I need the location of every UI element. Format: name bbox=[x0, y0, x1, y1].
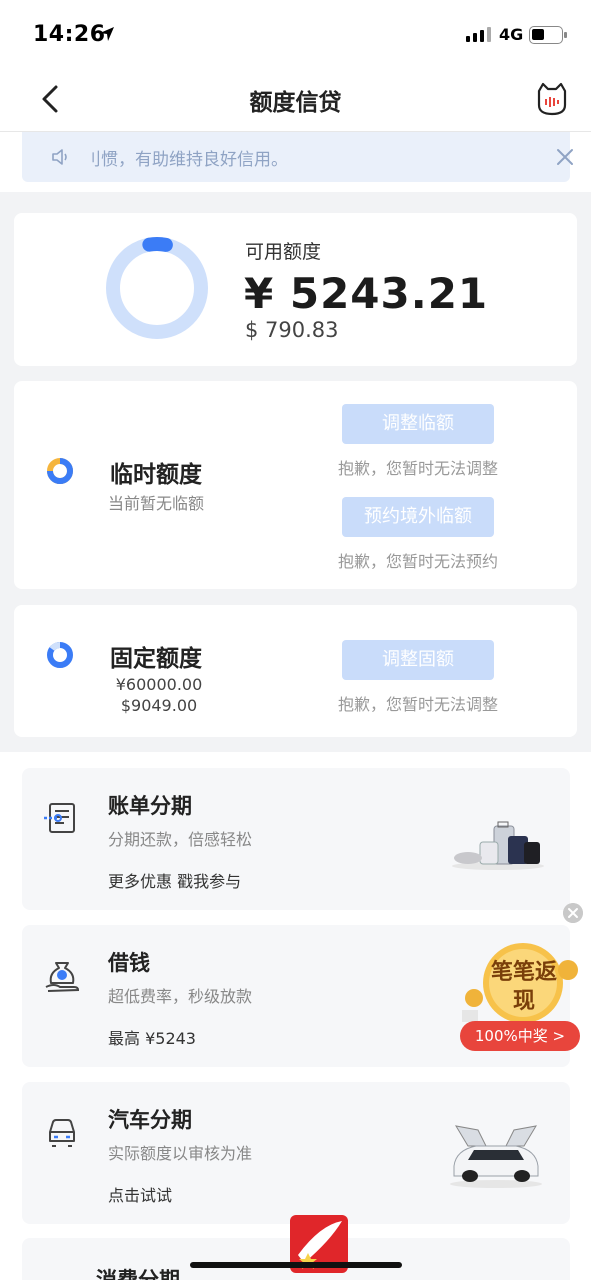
location-arrow-icon bbox=[100, 27, 114, 41]
bill-installment-icon bbox=[44, 803, 75, 833]
luggage-illustration bbox=[452, 821, 544, 870]
quota-ring-chart bbox=[106, 237, 208, 339]
service-subtitle: 实际额度以审核为准 bbox=[108, 1144, 253, 1163]
status-time: 14:26 bbox=[33, 22, 106, 47]
available-amount: ¥ 5243.21 bbox=[244, 269, 489, 318]
service-car-installment[interactable]: 汽车分期 实际额度以审核为准 点击试试 bbox=[22, 1082, 570, 1224]
car-icon bbox=[49, 1119, 75, 1147]
close-icon[interactable] bbox=[554, 146, 576, 168]
nav-bar: 额度信贷 bbox=[0, 66, 591, 132]
notice-banner: 刂惯，有助维持良好信用。 bbox=[22, 132, 573, 182]
reserve-overseas-quota-button[interactable]: 预约境外临额 bbox=[342, 497, 494, 537]
reserve-overseas-hint: 抱歉，您暂时无法预约 bbox=[337, 552, 498, 571]
temporary-quota-card: 临时额度 当前暂无临额 调整临额 抱歉，您暂时无法调整 预约境外临额 抱歉，您暂… bbox=[14, 381, 577, 589]
service-cta: 点击试试 bbox=[108, 1186, 173, 1205]
service-title: 汽车分期 bbox=[108, 1108, 192, 1132]
notice-container: 刂惯，有助维持良好信用。 bbox=[0, 132, 591, 192]
fixed-quota-title: 固定额度 bbox=[110, 646, 202, 672]
temporary-quota-subtitle: 当前暂无临额 bbox=[108, 494, 205, 513]
speaker-icon bbox=[52, 149, 67, 165]
adjust-fixed-quota-button[interactable]: 调整固额 bbox=[342, 640, 494, 680]
fixed-quota-usd: $9049.00 bbox=[120, 696, 198, 715]
temporary-quota-title: 临时额度 bbox=[110, 462, 202, 488]
service-subtitle: 超低费率，秒级放款 bbox=[108, 987, 253, 1006]
service-title: 借钱 bbox=[108, 951, 150, 975]
promo-pill[interactable]: 100%中奖 > bbox=[460, 1021, 580, 1051]
network-type: 4G bbox=[499, 25, 524, 44]
battery-icon bbox=[529, 26, 567, 44]
adjust-temp-hint: 抱歉，您暂时无法调整 bbox=[337, 459, 498, 478]
service-title: 账单分期 bbox=[108, 794, 192, 818]
pie-chart-icon bbox=[47, 458, 73, 484]
notice-text: 刂惯，有助维持良好信用。 bbox=[84, 150, 288, 170]
customer-service-icon[interactable] bbox=[534, 81, 570, 117]
fixed-quota-card: 固定额度 ¥60000.00 $9049.00 调整固额 抱歉，您暂时无法调整 bbox=[14, 605, 577, 737]
available-label: 可用额度 bbox=[245, 241, 322, 263]
car-illustration bbox=[450, 1125, 542, 1188]
adjust-fixed-hint: 抱歉，您暂时无法调整 bbox=[337, 695, 498, 714]
promo-text[interactable]: 笔笔返现 bbox=[484, 958, 564, 1016]
service-cta: 最高 ¥5243 bbox=[108, 1029, 196, 1048]
status-bar: 14:26 4G bbox=[0, 0, 591, 66]
service-title: 消费分期 bbox=[96, 1268, 180, 1280]
home-indicator bbox=[190, 1262, 402, 1268]
service-bill-installment[interactable]: 账单分期 分期还款，倍感轻松 更多优惠 戳我参与 bbox=[22, 768, 570, 910]
pie-chart-icon bbox=[47, 642, 73, 668]
service-subtitle: 分期还款，倍感轻松 bbox=[108, 830, 253, 849]
service-cta: 更多优惠 戳我参与 bbox=[108, 872, 242, 891]
available-usd: $ 790.83 bbox=[245, 318, 339, 342]
adjust-temp-quota-button[interactable]: 调整临额 bbox=[342, 404, 494, 444]
promo-close-icon[interactable] bbox=[563, 903, 583, 923]
page-title: 额度信贷 bbox=[249, 90, 342, 116]
available-quota-card: 可用额度 ¥ 5243.21 $ 790.83 bbox=[14, 213, 577, 366]
fixed-quota-cny: ¥60000.00 bbox=[115, 675, 203, 694]
signal-icon bbox=[466, 27, 491, 42]
money-bag-icon bbox=[45, 962, 80, 992]
